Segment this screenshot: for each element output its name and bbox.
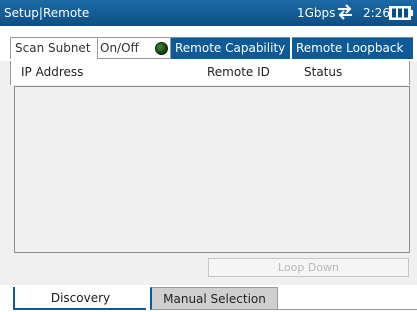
remote-device-list[interactable] [14,86,410,253]
tab-bar: Discovery Manual Selection [0,285,417,312]
column-remote-id: Remote ID [207,65,270,79]
onoff-label: On/Off [100,41,139,55]
clock: 2:26 [363,6,390,20]
status-led-icon [155,42,168,55]
loop-down-button[interactable]: Loop Down [208,258,409,277]
battery-icon [389,6,413,20]
scan-subnet-toggle[interactable]: On/Off [97,37,171,59]
tab-divider [278,309,417,310]
remote-loopback-button[interactable]: Remote Loopback [292,37,413,59]
column-status: Status [304,65,343,79]
remote-setup-screen: Setup|Remote 1Gbps 2:26 Scan Subnet On/O… [0,0,417,312]
scan-subnet-group: Scan Subnet On/Off [10,37,171,59]
toolbar: Scan Subnet On/Off Remote Capability Rem… [0,26,417,61]
link-speed: 1Gbps [297,6,336,20]
tab-discovery[interactable]: Discovery [13,287,146,310]
screen-title: Setup|Remote [4,6,90,20]
title-bar: Setup|Remote 1Gbps 2:26 [0,0,417,26]
remote-capability-button[interactable]: Remote Capability [171,37,290,59]
tab-manual-selection[interactable]: Manual Selection [150,287,278,310]
table-header: IP Address Remote ID Status [10,61,410,85]
link-arrows-icon [338,4,352,20]
scan-subnet-label: Scan Subnet [15,41,91,55]
column-ip-address: IP Address [21,65,84,79]
